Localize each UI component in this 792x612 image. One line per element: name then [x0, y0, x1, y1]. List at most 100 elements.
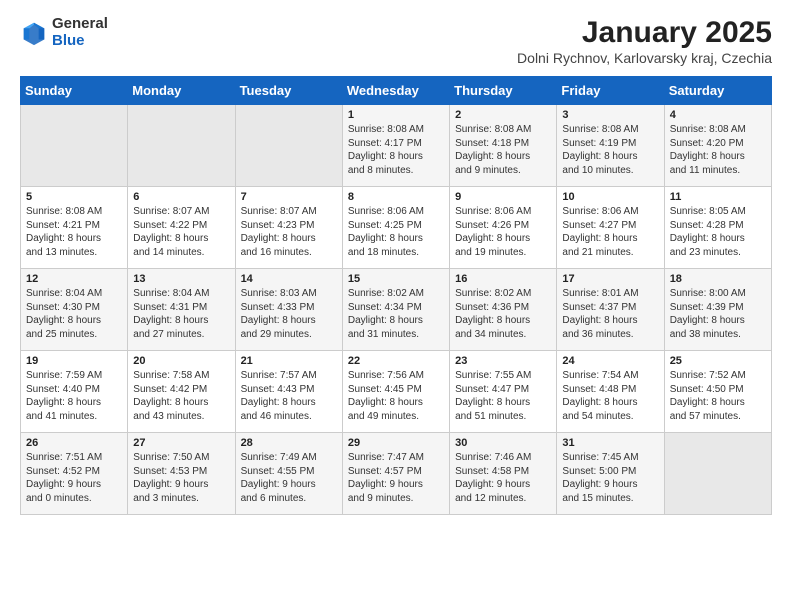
- logo-icon: [20, 19, 48, 47]
- day-number: 28: [241, 437, 337, 449]
- day-info: Sunrise: 7:57 AM Sunset: 4:43 PM Dayligh…: [241, 369, 337, 423]
- calendar-cell: 12 Sunrise: 8:04 AM Sunset: 4:30 PM Dayli…: [21, 269, 128, 351]
- day-info: Sunrise: 8:08 AM Sunset: 4:21 PM Dayligh…: [26, 205, 122, 259]
- day-number: 19: [26, 355, 122, 367]
- day-number: 12: [26, 273, 122, 285]
- calendar-cell: [664, 433, 771, 515]
- weekday-row: SundayMondayTuesdayWednesdayThursdayFrid…: [21, 77, 772, 105]
- calendar-cell: 25 Sunrise: 7:52 AM Sunset: 4:50 PM Dayli…: [664, 351, 771, 433]
- day-number: 8: [348, 191, 444, 203]
- day-number: 22: [348, 355, 444, 367]
- day-info: Sunrise: 8:03 AM Sunset: 4:33 PM Dayligh…: [241, 287, 337, 341]
- week-row-5: 26 Sunrise: 7:51 AM Sunset: 4:52 PM Dayli…: [21, 433, 772, 515]
- day-info: Sunrise: 8:04 AM Sunset: 4:30 PM Dayligh…: [26, 287, 122, 341]
- calendar-cell: 19 Sunrise: 7:59 AM Sunset: 4:40 PM Dayli…: [21, 351, 128, 433]
- day-info: Sunrise: 8:07 AM Sunset: 4:22 PM Dayligh…: [133, 205, 229, 259]
- calendar-cell: 11Sunrise: 8:05 AM Sunset: 4:28 PM Dayli…: [664, 187, 771, 269]
- day-info: Sunrise: 8:06 AM Sunset: 4:26 PM Dayligh…: [455, 205, 551, 259]
- day-info: Sunrise: 8:08 AM Sunset: 4:20 PM Dayligh…: [670, 123, 766, 177]
- day-number: 3: [562, 109, 658, 121]
- calendar-table: SundayMondayTuesdayWednesdayThursdayFrid…: [20, 76, 772, 515]
- day-info: Sunrise: 7:58 AM Sunset: 4:42 PM Dayligh…: [133, 369, 229, 423]
- title-block: January 2025 Dolni Rychnov, Karlovarsky …: [517, 16, 772, 66]
- day-number: 24: [562, 355, 658, 367]
- day-info: Sunrise: 7:46 AM Sunset: 4:58 PM Dayligh…: [455, 451, 551, 505]
- day-info: Sunrise: 7:45 AM Sunset: 5:00 PM Dayligh…: [562, 451, 658, 505]
- day-number: 27: [133, 437, 229, 449]
- day-number: 4: [670, 109, 766, 121]
- calendar-cell: [21, 105, 128, 187]
- day-info: Sunrise: 8:01 AM Sunset: 4:37 PM Dayligh…: [562, 287, 658, 341]
- day-number: 17: [562, 273, 658, 285]
- calendar-cell: 17 Sunrise: 8:01 AM Sunset: 4:37 PM Dayli…: [557, 269, 664, 351]
- day-info: Sunrise: 8:02 AM Sunset: 4:36 PM Dayligh…: [455, 287, 551, 341]
- day-number: 31: [562, 437, 658, 449]
- calendar-cell: 15 Sunrise: 8:02 AM Sunset: 4:34 PM Dayli…: [342, 269, 449, 351]
- day-info: Sunrise: 7:49 AM Sunset: 4:55 PM Dayligh…: [241, 451, 337, 505]
- calendar-cell: 23Sunrise: 7:55 AM Sunset: 4:47 PM Dayli…: [450, 351, 557, 433]
- calendar-cell: 18Sunrise: 8:00 AM Sunset: 4:39 PM Dayli…: [664, 269, 771, 351]
- calendar-subtitle: Dolni Rychnov, Karlovarsky kraj, Czechia: [517, 50, 772, 66]
- weekday-header-sunday: Sunday: [21, 77, 128, 105]
- day-info: Sunrise: 8:08 AM Sunset: 4:18 PM Dayligh…: [455, 123, 551, 177]
- day-info: Sunrise: 7:52 AM Sunset: 4:50 PM Dayligh…: [670, 369, 766, 423]
- day-info: Sunrise: 7:54 AM Sunset: 4:48 PM Dayligh…: [562, 369, 658, 423]
- day-number: 11: [670, 191, 766, 203]
- day-number: 1: [348, 109, 444, 121]
- calendar-cell: 26 Sunrise: 7:51 AM Sunset: 4:52 PM Dayli…: [21, 433, 128, 515]
- day-number: 13: [133, 273, 229, 285]
- weekday-header-thursday: Thursday: [450, 77, 557, 105]
- day-number: 15: [348, 273, 444, 285]
- day-number: 21: [241, 355, 337, 367]
- calendar-cell: 8Sunrise: 8:06 AM Sunset: 4:25 PM Daylig…: [342, 187, 449, 269]
- week-row-2: 5Sunrise: 8:08 AM Sunset: 4:21 PM Daylig…: [21, 187, 772, 269]
- weekday-header-friday: Friday: [557, 77, 664, 105]
- calendar-cell: 2Sunrise: 8:08 AM Sunset: 4:18 PM Daylig…: [450, 105, 557, 187]
- logo-general: General: [52, 16, 108, 33]
- calendar-cell: 3 Sunrise: 8:08 AM Sunset: 4:19 PM Daylig…: [557, 105, 664, 187]
- calendar-cell: 4 Sunrise: 8:08 AM Sunset: 4:20 PM Daylig…: [664, 105, 771, 187]
- calendar-cell: 10 Sunrise: 8:06 AM Sunset: 4:27 PM Dayli…: [557, 187, 664, 269]
- day-info: Sunrise: 8:02 AM Sunset: 4:34 PM Dayligh…: [348, 287, 444, 341]
- day-info: Sunrise: 8:06 AM Sunset: 4:27 PM Dayligh…: [562, 205, 658, 259]
- calendar-cell: 22Sunrise: 7:56 AM Sunset: 4:45 PM Dayli…: [342, 351, 449, 433]
- calendar-cell: 9 Sunrise: 8:06 AM Sunset: 4:26 PM Daylig…: [450, 187, 557, 269]
- day-info: Sunrise: 7:55 AM Sunset: 4:47 PM Dayligh…: [455, 369, 551, 423]
- calendar-cell: 31 Sunrise: 7:45 AM Sunset: 5:00 PM Dayli…: [557, 433, 664, 515]
- day-info: Sunrise: 8:08 AM Sunset: 4:19 PM Dayligh…: [562, 123, 658, 177]
- day-number: 26: [26, 437, 122, 449]
- day-info: Sunrise: 8:07 AM Sunset: 4:23 PM Dayligh…: [241, 205, 337, 259]
- calendar-cell: 13 Sunrise: 8:04 AM Sunset: 4:31 PM Dayli…: [128, 269, 235, 351]
- day-info: Sunrise: 8:00 AM Sunset: 4:39 PM Dayligh…: [670, 287, 766, 341]
- day-number: 9: [455, 191, 551, 203]
- calendar-header: SundayMondayTuesdayWednesdayThursdayFrid…: [21, 77, 772, 105]
- calendar-title: January 2025: [517, 16, 772, 50]
- calendar-cell: 29Sunrise: 7:47 AM Sunset: 4:57 PM Dayli…: [342, 433, 449, 515]
- day-number: 20: [133, 355, 229, 367]
- logo-text: General Blue: [52, 16, 108, 49]
- day-number: 6: [133, 191, 229, 203]
- day-number: 7: [241, 191, 337, 203]
- day-info: Sunrise: 8:04 AM Sunset: 4:31 PM Dayligh…: [133, 287, 229, 341]
- day-number: 16: [455, 273, 551, 285]
- calendar-cell: 27 Sunrise: 7:50 AM Sunset: 4:53 PM Dayli…: [128, 433, 235, 515]
- week-row-3: 12 Sunrise: 8:04 AM Sunset: 4:30 PM Dayli…: [21, 269, 772, 351]
- calendar-cell: [235, 105, 342, 187]
- day-number: 10: [562, 191, 658, 203]
- calendar-cell: 1 Sunrise: 8:08 AM Sunset: 4:17 PM Daylig…: [342, 105, 449, 187]
- calendar-cell: 16 Sunrise: 8:02 AM Sunset: 4:36 PM Dayli…: [450, 269, 557, 351]
- logo: General Blue: [20, 16, 108, 49]
- day-info: Sunrise: 7:51 AM Sunset: 4:52 PM Dayligh…: [26, 451, 122, 505]
- day-info: Sunrise: 7:59 AM Sunset: 4:40 PM Dayligh…: [26, 369, 122, 423]
- weekday-header-tuesday: Tuesday: [235, 77, 342, 105]
- week-row-4: 19 Sunrise: 7:59 AM Sunset: 4:40 PM Dayli…: [21, 351, 772, 433]
- header: General Blue January 2025 Dolni Rychnov,…: [20, 16, 772, 66]
- calendar-cell: 21 Sunrise: 7:57 AM Sunset: 4:43 PM Dayli…: [235, 351, 342, 433]
- week-row-1: 1 Sunrise: 8:08 AM Sunset: 4:17 PM Daylig…: [21, 105, 772, 187]
- calendar-cell: 24 Sunrise: 7:54 AM Sunset: 4:48 PM Dayli…: [557, 351, 664, 433]
- day-info: Sunrise: 8:08 AM Sunset: 4:17 PM Dayligh…: [348, 123, 444, 177]
- day-number: 25: [670, 355, 766, 367]
- day-number: 30: [455, 437, 551, 449]
- calendar-cell: [128, 105, 235, 187]
- day-info: Sunrise: 7:50 AM Sunset: 4:53 PM Dayligh…: [133, 451, 229, 505]
